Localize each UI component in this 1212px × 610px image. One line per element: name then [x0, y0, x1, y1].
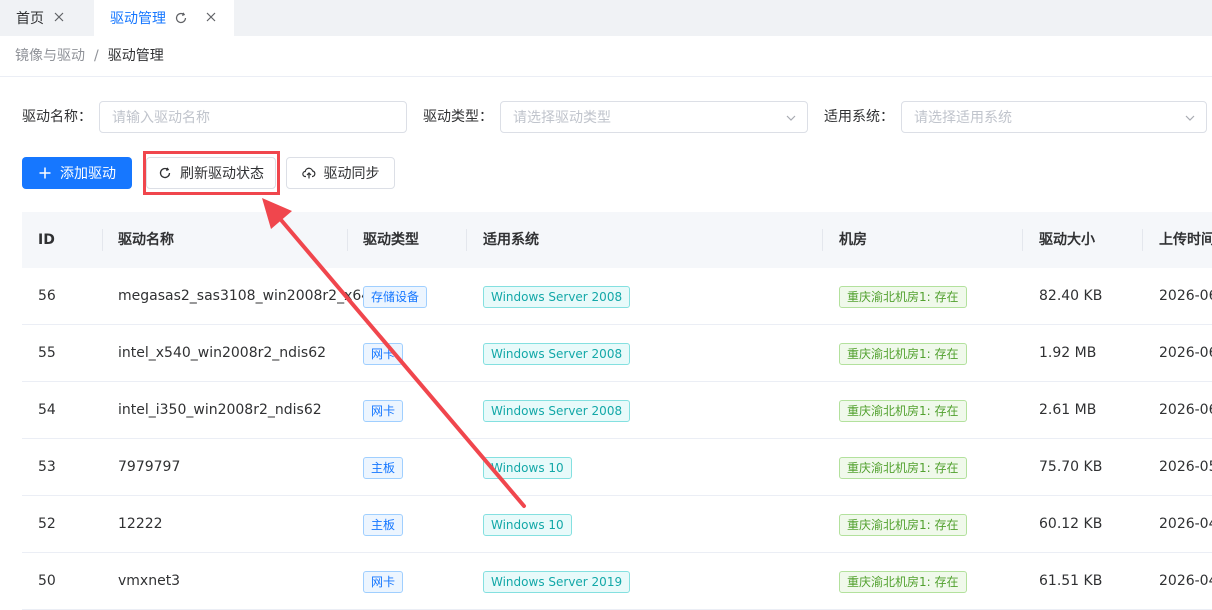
plus-icon	[39, 167, 51, 179]
column-divider	[347, 229, 348, 251]
cell-id: 53	[38, 459, 56, 475]
cell-os-tag: Windows Server 2008	[483, 400, 631, 422]
driver-name-placeholder: 请输入驱动名称	[112, 110, 210, 126]
breadcrumb: 镜像与驱动 / 驱动管理	[15, 46, 164, 66]
cell-upload-time: 2026-06-	[1159, 402, 1212, 418]
cell-room-tag: 重庆渝北机房1: 存在	[839, 514, 967, 536]
cell-id: 50	[38, 573, 56, 589]
cell-type-tag: 存储设备	[363, 286, 428, 308]
table-row[interactable]: 50 vmxnet3 网卡 Windows Server 2019 重庆渝北机房…	[22, 553, 1212, 610]
cell-id: 56	[38, 288, 56, 304]
column-divider	[1022, 229, 1023, 251]
cell-room-tag: 重庆渝北机房1: 存在	[839, 286, 967, 308]
cell-os-tag: Windows Server 2008	[483, 286, 631, 308]
table-row[interactable]: 54 intel_i350_win2008r2_ndis62 网卡 Window…	[22, 382, 1212, 439]
table-row[interactable]: 56 megasas2_sas3108_win2008r2_x64 存储设备 W…	[22, 268, 1212, 325]
column-header-id: ID	[38, 232, 55, 248]
breadcrumb-parent[interactable]: 镜像与驱动	[15, 46, 85, 66]
cell-id: 55	[38, 345, 56, 361]
cell-upload-time: 2026-04-	[1159, 573, 1212, 589]
breadcrumb-separator: /	[94, 48, 99, 64]
cell-size: 61.51 KB	[1039, 573, 1103, 589]
cell-os-tag: Windows 10	[483, 514, 572, 536]
column-header-type: 驱动类型	[363, 232, 419, 248]
cell-room-tag: 重庆渝北机房1: 存在	[839, 571, 967, 593]
cell-name: 7979797	[118, 459, 181, 475]
breadcrumb-current: 驱动管理	[107, 48, 164, 64]
header-divider	[0, 76, 1212, 77]
applicable-os-select[interactable]: 请选择适用系统	[901, 101, 1207, 133]
column-divider	[466, 229, 467, 251]
column-header-upload-time: 上传时间	[1159, 232, 1212, 248]
cloud-upload-icon	[301, 167, 315, 179]
driver-type-placeholder: 请选择驱动类型	[513, 110, 611, 126]
driver-sync-button[interactable]: 驱动同步	[286, 157, 395, 189]
cell-os-tag: Windows Server 2008	[483, 343, 631, 365]
cell-name: megasas2_sas3108_win2008r2_x64	[118, 288, 371, 304]
column-divider	[102, 229, 103, 251]
column-divider	[1142, 229, 1143, 251]
tab-driver-management-label: 驱动管理	[110, 11, 166, 27]
driver-type-label: 驱动类型：	[423, 109, 493, 125]
annotation-highlight-box	[143, 151, 280, 195]
add-driver-label: 添加驱动	[60, 166, 116, 182]
cell-size: 2.61 MB	[1039, 402, 1097, 418]
cell-room-tag: 重庆渝北机房1: 存在	[839, 457, 967, 479]
close-icon[interactable]	[52, 10, 66, 24]
tab-home-label: 首页	[16, 11, 44, 27]
driver-sync-label: 驱动同步	[323, 166, 380, 182]
cell-upload-time: 2026-05-	[1159, 459, 1212, 475]
cell-size: 1.92 MB	[1039, 345, 1097, 361]
cell-upload-time: 2026-06-	[1159, 345, 1212, 361]
cell-size: 75.70 KB	[1039, 459, 1103, 475]
cell-id: 54	[38, 402, 56, 418]
table-row[interactable]: 55 intel_x540_win2008r2_ndis62 网卡 Window…	[22, 325, 1212, 382]
close-icon[interactable]	[204, 10, 218, 24]
tab-driver-management[interactable]: 驱动管理	[94, 0, 234, 36]
column-header-size: 驱动大小	[1039, 232, 1095, 248]
cell-upload-time: 2026-04-	[1159, 516, 1212, 532]
cell-name: intel_i350_win2008r2_ndis62	[118, 402, 322, 418]
driver-name-label: 驱动名称：	[22, 109, 92, 125]
table-row[interactable]: 52 12222 主板 Windows 10 重庆渝北机房1: 存在 60.12…	[22, 496, 1212, 553]
cell-type-tag: 主板	[363, 514, 404, 536]
cell-room-tag: 重庆渝北机房1: 存在	[839, 343, 967, 365]
driver-name-input[interactable]: 请输入驱动名称	[99, 101, 407, 133]
column-header-name: 驱动名称	[118, 232, 174, 248]
column-header-room: 机房	[839, 232, 867, 248]
cell-type-tag: 网卡	[363, 400, 404, 422]
add-driver-button[interactable]: 添加驱动	[22, 157, 132, 189]
cell-name: 12222	[118, 516, 163, 532]
cell-room-tag: 重庆渝北机房1: 存在	[839, 400, 967, 422]
table-header: ID 驱动名称 驱动类型 适用系统 机房 驱动大小 上传时间	[22, 212, 1212, 268]
chevron-down-icon	[1185, 115, 1195, 121]
cell-type-tag: 主板	[363, 457, 404, 479]
applicable-os-placeholder: 请选择适用系统	[914, 110, 1012, 126]
cell-type-tag: 网卡	[363, 343, 404, 365]
table-row[interactable]: 53 7979797 主板 Windows 10 重庆渝北机房1: 存在 75.…	[22, 439, 1212, 496]
cell-id: 52	[38, 516, 56, 532]
refresh-icon[interactable]	[174, 11, 188, 25]
cell-name: intel_x540_win2008r2_ndis62	[118, 345, 327, 361]
tab-bar: 首页 驱动管理	[0, 0, 1212, 36]
cell-os-tag: Windows 10	[483, 457, 572, 479]
cell-name: vmxnet3	[118, 573, 181, 589]
cell-size: 60.12 KB	[1039, 516, 1103, 532]
cell-os-tag: Windows Server 2019	[483, 571, 631, 593]
cell-type-tag: 网卡	[363, 571, 404, 593]
cell-upload-time: 2026-06-	[1159, 288, 1212, 304]
cell-size: 82.40 KB	[1039, 288, 1103, 304]
driver-type-select[interactable]: 请选择驱动类型	[500, 101, 808, 133]
applicable-os-label: 适用系统：	[824, 109, 894, 125]
column-divider	[822, 229, 823, 251]
column-header-os: 适用系统	[483, 232, 539, 248]
chevron-down-icon	[786, 115, 796, 121]
tab-home[interactable]: 首页	[0, 0, 90, 36]
